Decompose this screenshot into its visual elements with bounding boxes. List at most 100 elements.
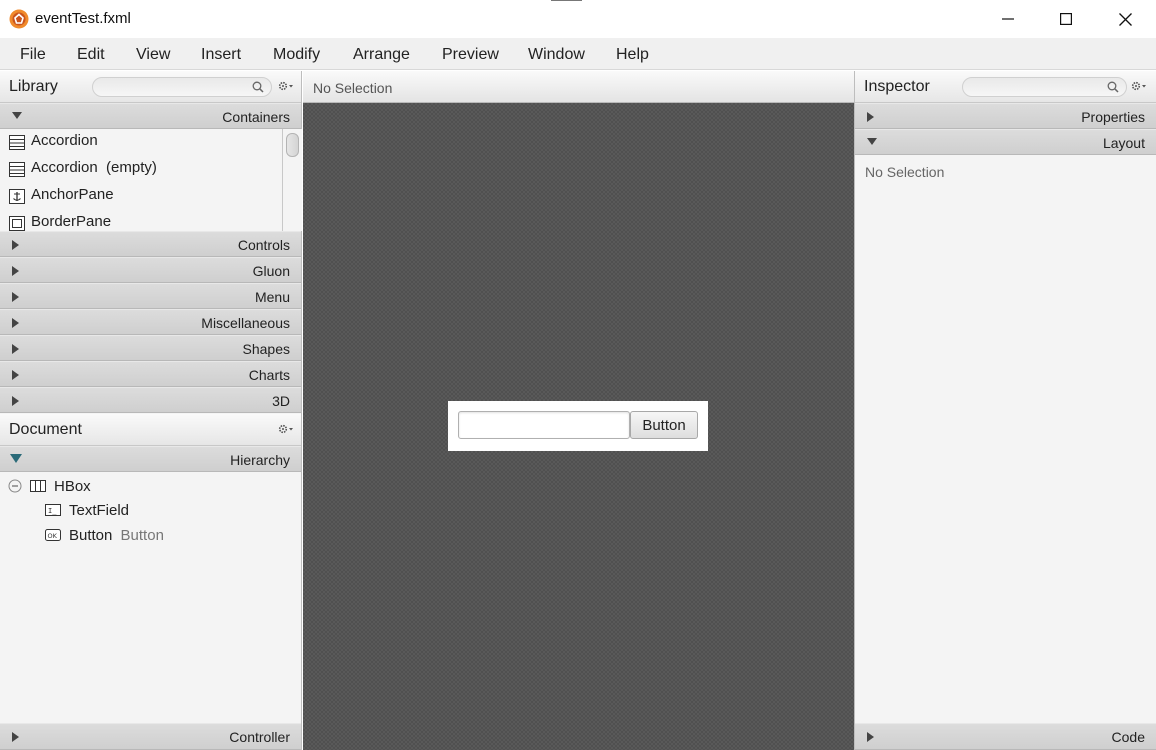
collapse-icon[interactable] xyxy=(8,479,22,493)
maximize-button[interactable] xyxy=(1037,0,1095,38)
app-icon xyxy=(9,9,29,29)
textfield-icon: I_ xyxy=(45,504,61,516)
list-item-label: BorderPane xyxy=(31,213,112,230)
tree-item-button[interactable]: Button Button xyxy=(69,527,164,544)
list-item[interactable]: AnchorPane xyxy=(0,183,282,210)
section-label: Layout xyxy=(1102,135,1145,151)
chevron-right-icon xyxy=(12,318,19,328)
inspector-no-selection: No Selection xyxy=(865,164,945,180)
section-label: Charts xyxy=(248,367,290,383)
inspector-title: Inspector xyxy=(864,78,930,95)
chevron-right-icon xyxy=(12,240,19,250)
accordion-icon xyxy=(9,162,25,177)
section-label: Controls xyxy=(237,237,290,253)
chevron-down-icon xyxy=(12,112,22,119)
content-header: No Selection xyxy=(303,71,854,103)
top-edge-mark xyxy=(551,0,582,1)
chevron-down-icon xyxy=(867,138,877,145)
list-item-label: Accordion (empty) xyxy=(31,159,157,176)
section-hierarchy[interactable]: Hierarchy xyxy=(0,446,301,472)
inspector-panel: Inspector Properties Layout No Selection… xyxy=(854,71,1156,750)
minimize-button[interactable] xyxy=(979,0,1037,38)
section-label: Controller xyxy=(229,729,290,745)
scroll-thumb[interactable] xyxy=(286,133,299,157)
section-label: 3D xyxy=(272,393,290,409)
chevron-right-icon xyxy=(12,344,19,354)
section-menu[interactable]: Menu xyxy=(0,283,301,309)
section-containers[interactable]: Containers xyxy=(0,103,301,129)
window-title: eventTest.fxml xyxy=(35,10,131,27)
list-item[interactable]: Accordion (empty) xyxy=(0,156,282,183)
menu-insert[interactable]: Insert xyxy=(201,46,241,64)
section-charts[interactable]: Charts xyxy=(0,361,301,387)
section-controls[interactable]: Controls xyxy=(0,231,301,257)
svg-text:OK: OK xyxy=(48,532,58,540)
section-label: Properties xyxy=(1081,109,1145,125)
chevron-right-icon xyxy=(12,370,19,380)
library-header: Library xyxy=(0,71,301,103)
tree-item-textfield[interactable]: TextField xyxy=(69,502,129,519)
section-label: Containers xyxy=(222,109,290,125)
tree-item-hbox[interactable]: HBox xyxy=(54,478,91,495)
section-layout[interactable]: Layout xyxy=(855,129,1156,155)
section-3d[interactable]: 3D xyxy=(0,387,301,413)
accordion-icon xyxy=(9,135,25,150)
chevron-right-icon xyxy=(867,732,874,742)
preview-button[interactable]: Button xyxy=(630,411,698,439)
section-label: Menu xyxy=(254,289,290,305)
section-label: Hierarchy xyxy=(230,452,290,468)
close-icon xyxy=(1118,12,1132,26)
maximize-icon xyxy=(1060,13,1072,25)
library-search-input[interactable] xyxy=(92,77,272,97)
section-controller[interactable]: Controller xyxy=(0,723,301,750)
section-code[interactable]: Code xyxy=(855,723,1156,750)
document-header: Document xyxy=(0,414,301,446)
preview-text-field[interactable] xyxy=(458,411,630,439)
tree-item-text-value: Button xyxy=(120,527,164,544)
menu-arrange[interactable]: Arrange xyxy=(353,46,410,64)
hbox-icon xyxy=(30,480,46,492)
list-item[interactable]: BorderPane xyxy=(0,210,282,231)
section-properties[interactable]: Properties xyxy=(855,103,1156,129)
chevron-right-icon xyxy=(12,396,19,406)
section-label: Shapes xyxy=(242,341,290,357)
anchorpane-icon xyxy=(9,189,25,204)
chevron-right-icon xyxy=(12,292,19,302)
section-shapes[interactable]: Shapes xyxy=(0,335,301,361)
preview-button-label: Button xyxy=(642,416,686,434)
menu-preview[interactable]: Preview xyxy=(442,46,499,64)
chevron-right-icon xyxy=(12,732,19,742)
section-miscellaneous[interactable]: Miscellaneous xyxy=(0,309,301,335)
menu-file[interactable]: File xyxy=(20,46,46,64)
inspector-search-input[interactable] xyxy=(962,77,1127,97)
list-item[interactable]: Accordion xyxy=(0,129,282,156)
close-button[interactable] xyxy=(1096,0,1154,38)
gear-icon[interactable] xyxy=(278,423,294,435)
chevron-right-icon xyxy=(867,112,874,122)
minimize-icon xyxy=(1002,18,1014,20)
gear-icon[interactable] xyxy=(278,80,294,92)
menu-window[interactable]: Window xyxy=(528,46,585,64)
left-panel: Library Containers Accordion Accordion (… xyxy=(0,71,302,750)
hbox-preview[interactable]: Button xyxy=(448,401,708,451)
borderpane-icon xyxy=(9,216,25,231)
gear-icon[interactable] xyxy=(1131,80,1147,92)
search-icon xyxy=(252,81,264,93)
menu-help[interactable]: Help xyxy=(616,46,649,64)
title-bar: eventTest.fxml xyxy=(0,0,1156,38)
menu-view[interactable]: View xyxy=(136,46,170,64)
section-label: Code xyxy=(1111,729,1145,745)
library-scrollbar[interactable] xyxy=(282,129,302,231)
list-item-label: Accordion xyxy=(31,132,98,149)
menu-modify[interactable]: Modify xyxy=(273,46,320,64)
button-icon: OK xyxy=(45,529,61,541)
selection-status: No Selection xyxy=(313,80,393,96)
menu-edit[interactable]: Edit xyxy=(77,46,105,64)
library-title: Library xyxy=(9,78,58,95)
search-icon xyxy=(1107,81,1119,93)
section-label: Gluon xyxy=(252,263,290,279)
tree-item-label: Button xyxy=(69,527,113,544)
menu-bar: File Edit View Insert Modify Arrange Pre… xyxy=(0,38,1156,70)
svg-text:I_: I_ xyxy=(48,507,57,515)
section-gluon[interactable]: Gluon xyxy=(0,257,301,283)
